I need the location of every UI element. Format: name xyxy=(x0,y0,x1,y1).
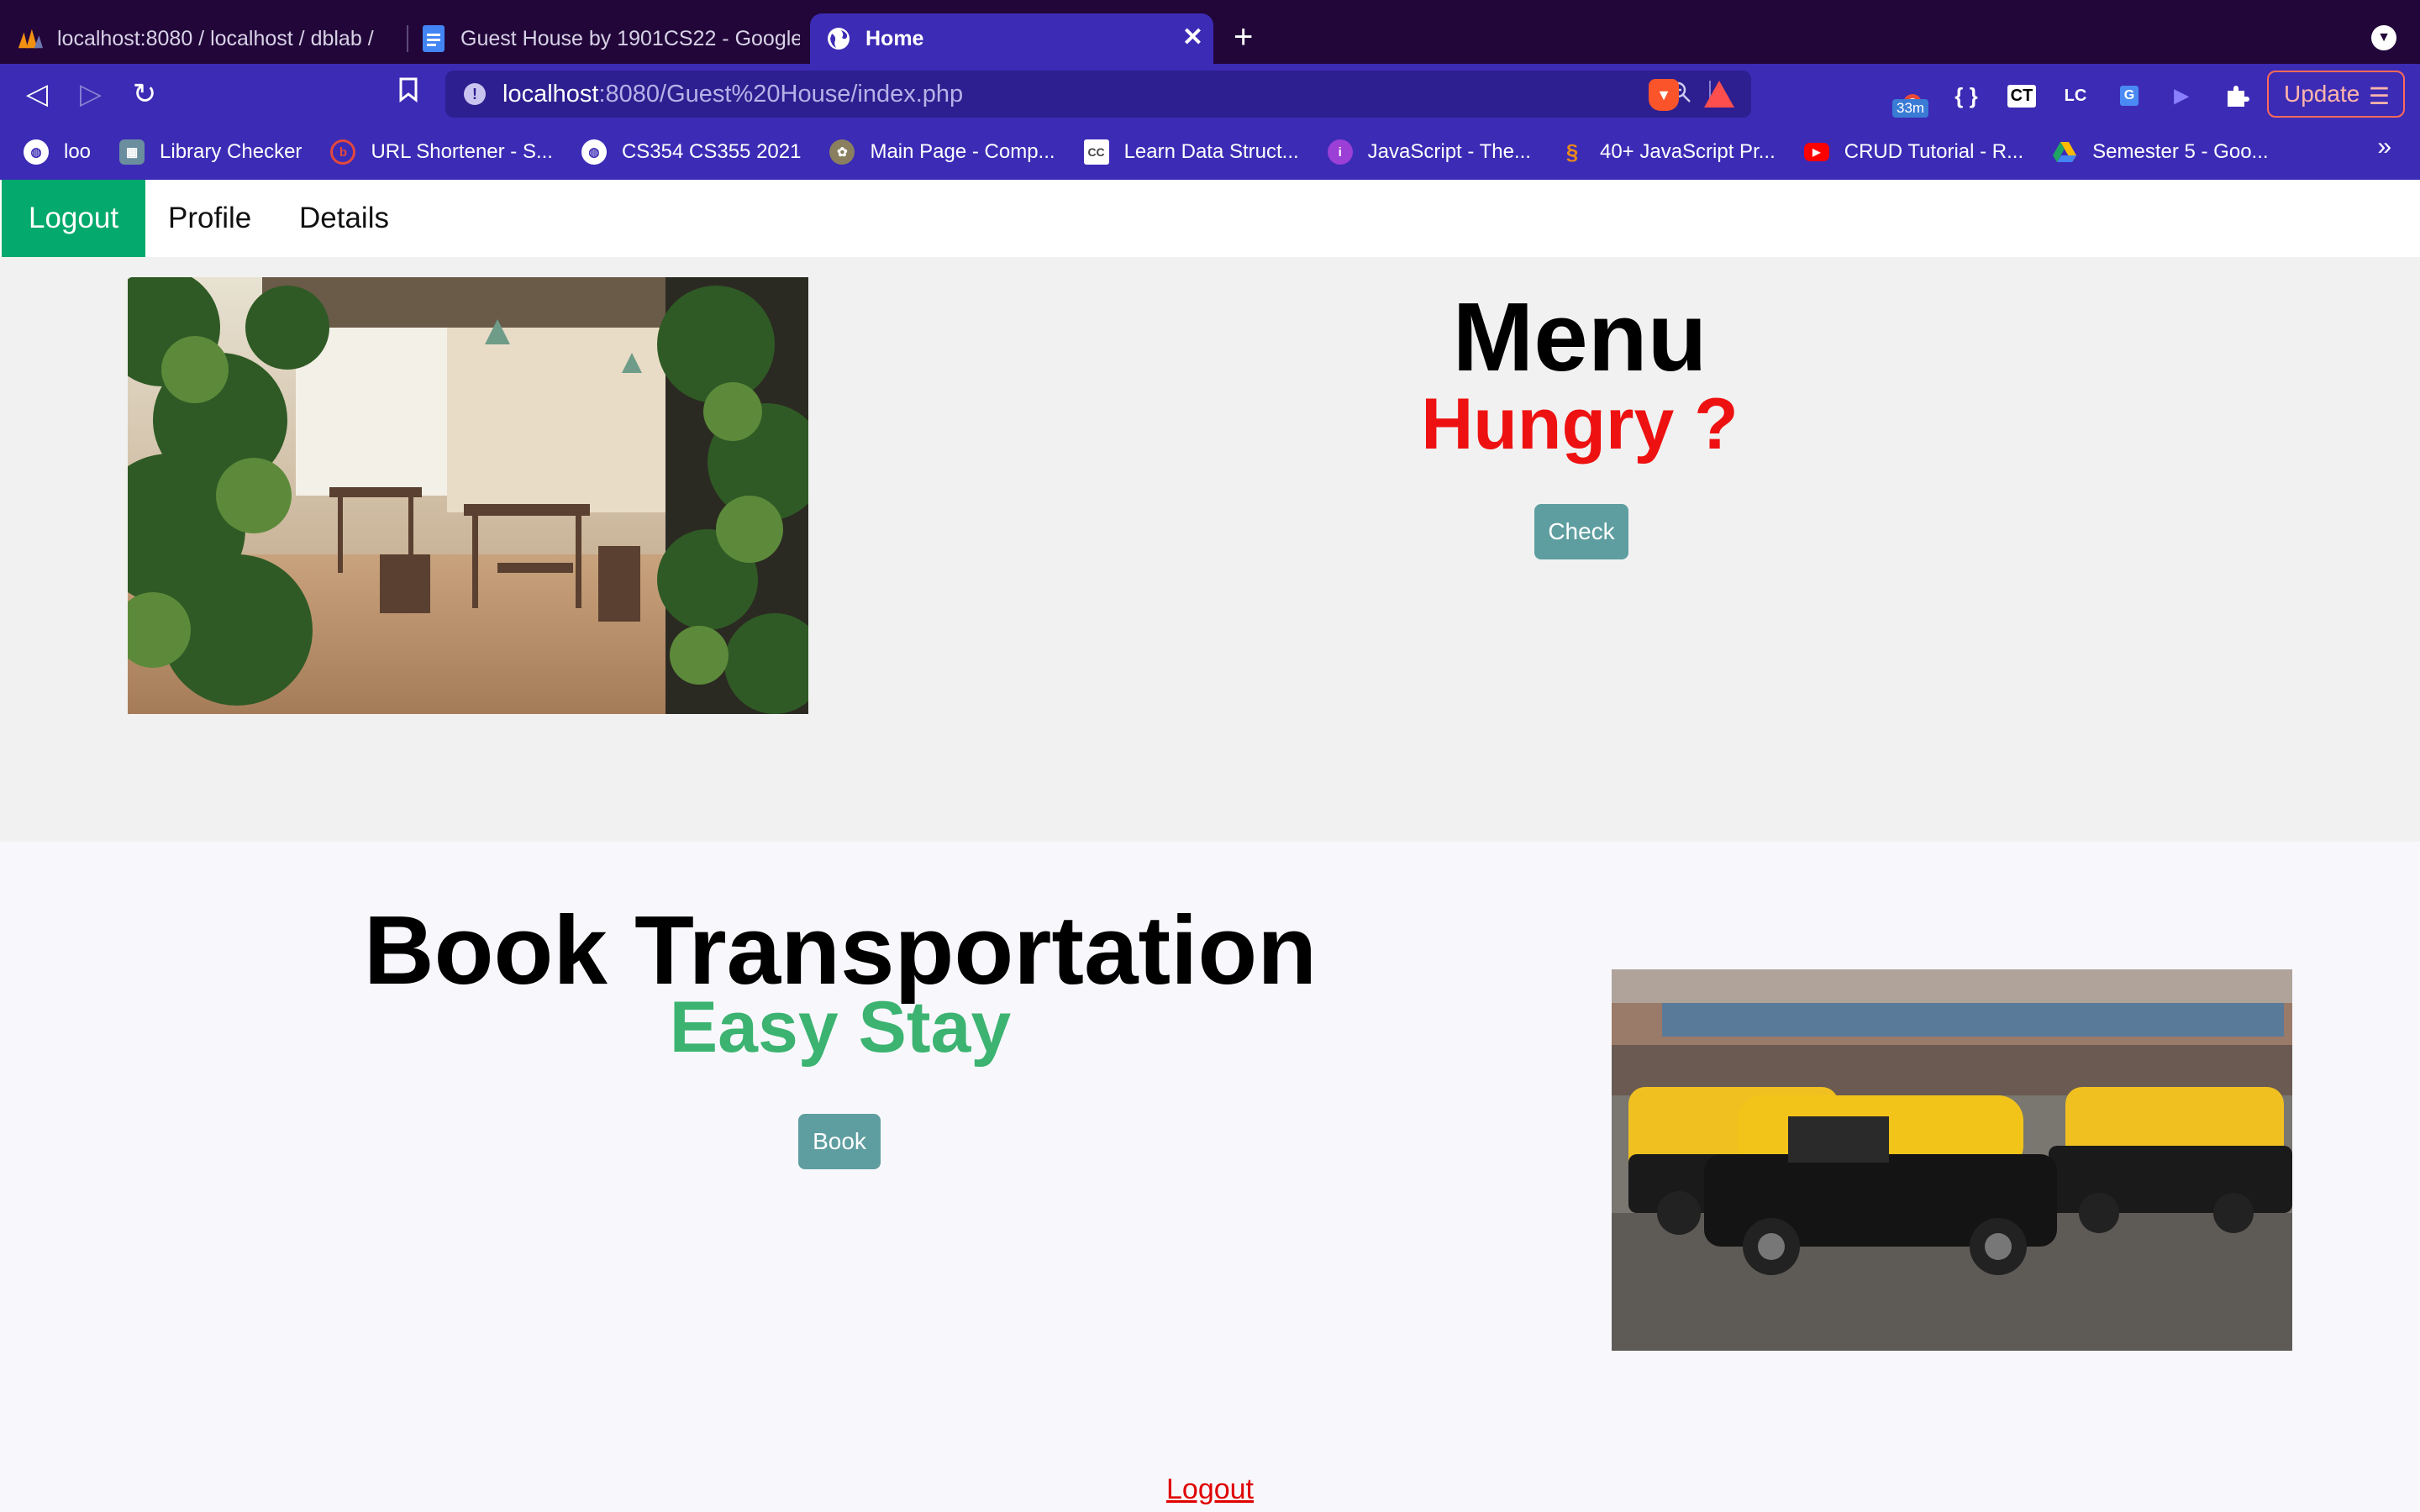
url-shortener-icon: b xyxy=(330,139,356,165)
bookmark-item[interactable]: CC Learn Data Struct... xyxy=(1083,139,1299,165)
extensions-puzzle-icon[interactable] xyxy=(2220,79,2254,113)
bookmark-label: Library Checker xyxy=(160,140,302,163)
chevron-down-icon[interactable]: ▼ xyxy=(2371,25,2396,50)
info-icon[interactable]: ! xyxy=(464,83,486,105)
restaurant-image xyxy=(128,277,808,714)
tab-phpmyadmin[interactable]: localhost:8080 / localhost / dblab / xyxy=(17,13,397,64)
new-tab-icon[interactable]: + xyxy=(1234,20,1253,54)
reload-icon[interactable]: ↻ xyxy=(128,77,161,111)
close-icon[interactable]: ✕ xyxy=(1182,25,1203,50)
transport-section: Book Transportation Easy Stay Book xyxy=(0,842,2420,1512)
menu-subtitle: Hungry ? xyxy=(1421,384,1739,465)
tab-divider xyxy=(407,25,408,52)
page-content: Logout Profile Details Menu Hungry ? Che… xyxy=(0,180,2420,1512)
update-label: Update xyxy=(2284,81,2360,107)
tab-title: Guest House by 1901CS22 - Google xyxy=(460,26,800,50)
extension-badge: 33m xyxy=(1892,99,1929,118)
menu-section: Menu Hungry ? Check xyxy=(0,257,2420,842)
ct-extension-icon[interactable]: CT xyxy=(2005,79,2039,113)
bookmark-label: Learn Data Struct... xyxy=(1123,140,1299,163)
bookmark-icon[interactable] xyxy=(392,77,425,111)
tab-title: localhost:8080 / localhost / dblab / xyxy=(57,26,374,50)
nav-logout-link[interactable]: Logout xyxy=(2,180,146,257)
update-button[interactable]: Update ☰ xyxy=(2267,71,2405,118)
brave-rewards-icon[interactable] xyxy=(1704,81,1734,108)
google-translate-icon[interactable]: G xyxy=(2112,79,2146,113)
bookmark-label: URL Shortener - S... xyxy=(371,140,553,163)
url-host: localhost xyxy=(502,80,599,108)
browser-tab-bar: localhost:8080 / localhost / dblab / Gue… xyxy=(0,0,2420,64)
footer-logout-link[interactable]: Logout xyxy=(0,1473,2420,1506)
globe-icon: ◍ xyxy=(581,139,607,165)
book-transport-button[interactable]: Book xyxy=(798,1114,881,1169)
phpmyadmin-icon xyxy=(17,25,44,52)
transport-subtitle: Easy Stay xyxy=(669,987,1012,1068)
bookmarks-bar: ◍ loo ▦ Library Checker b URL Shortener … xyxy=(0,124,2420,180)
bookmark-label: CRUD Tutorial - R... xyxy=(1844,140,2024,163)
wiki-icon: ✿ xyxy=(829,139,855,165)
globe-icon xyxy=(825,25,852,52)
bookmark-item[interactable]: ▶ CRUD Tutorial - R... xyxy=(1803,140,2024,164)
swirl-icon: § xyxy=(1565,139,1579,165)
url-path: :8080/Guest%20House/index.php xyxy=(598,80,964,108)
bookmark-label: 40+ JavaScript Pr... xyxy=(1599,140,1776,163)
google-docs-icon xyxy=(420,25,447,52)
bookmark-item[interactable]: i JavaScript - The... xyxy=(1327,139,1531,165)
menu-title: Menu xyxy=(1452,282,1707,391)
tab-home[interactable]: Home ✕ xyxy=(810,13,1213,64)
taxi-image xyxy=(1612,969,2292,1351)
address-bar[interactable]: ! localhost:8080/Guest%20House/index.php xyxy=(445,71,1751,118)
leetcode-extension-icon[interactable]: LC xyxy=(2059,79,2092,113)
bookmark-item[interactable]: Semester 5 - Goo... xyxy=(2052,139,2269,165)
tab-title: Home xyxy=(865,26,924,50)
play-extension-icon[interactable]: ▶ xyxy=(2165,79,2198,113)
menu-icon: ☰ xyxy=(2368,83,2390,109)
bookmark-item[interactable]: ▦ Library Checker xyxy=(119,139,302,165)
bookmark-item[interactable]: ◍ CS354 CS355 2021 xyxy=(581,139,802,165)
globe-icon: ◍ xyxy=(24,139,49,165)
more-bookmarks-icon[interactable]: » xyxy=(2377,133,2391,161)
youtube-icon: ▶ xyxy=(1803,143,1829,161)
bookmark-label: loo xyxy=(64,140,92,163)
cc-icon: CC xyxy=(1083,139,1109,165)
forward-icon[interactable]: ▷ xyxy=(74,77,108,111)
bookmark-label: Semester 5 - Goo... xyxy=(2092,140,2269,163)
bookmark-item[interactable]: ◍ loo xyxy=(24,139,91,165)
bookmark-label: Main Page - Comp... xyxy=(870,140,1055,163)
nav-profile-link[interactable]: Profile xyxy=(168,180,251,257)
json-extension-icon[interactable]: { } xyxy=(1949,79,1983,113)
bookmark-item[interactable]: b URL Shortener - S... xyxy=(330,139,553,165)
nav-details-link[interactable]: Details xyxy=(299,180,389,257)
bookmark-item[interactable]: § 40+ JavaScript Pr... xyxy=(1560,139,1776,165)
check-menu-button[interactable]: Check xyxy=(1534,504,1628,559)
tab-google-docs[interactable]: Guest House by 1901CS22 - Google xyxy=(420,13,800,64)
library-checker-icon: ▦ xyxy=(119,139,145,165)
javascript-info-icon: i xyxy=(1327,139,1353,165)
google-drive-icon xyxy=(2052,139,2077,165)
back-icon[interactable]: ◁ xyxy=(20,77,54,111)
brave-shields-icon[interactable]: ▼ xyxy=(1649,79,1679,111)
bookmark-label: CS354 CS355 2021 xyxy=(621,140,802,163)
bookmark-item[interactable]: ✿ Main Page - Comp... xyxy=(829,139,1055,165)
bookmark-label: JavaScript - The... xyxy=(1367,140,1531,163)
site-nav: Logout Profile Details xyxy=(0,180,2420,257)
